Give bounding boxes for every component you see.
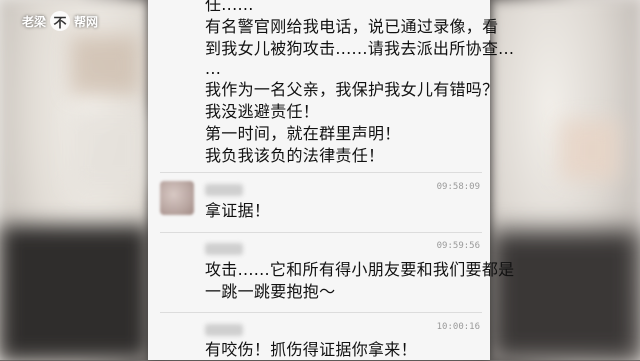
watermark-left-text: 老梁 bbox=[22, 14, 47, 29]
message-timestamp: 09:58:09 bbox=[436, 182, 480, 192]
message-line: 我作为一名父亲，我保护我女儿有错吗？ bbox=[205, 80, 499, 99]
background-left-object bbox=[70, 35, 140, 95]
message-line: 有名警官刚给我电话，说已通过录像，看 bbox=[205, 17, 499, 36]
message-line: 我负我该负的法律责任！ bbox=[205, 146, 385, 165]
message-divider bbox=[160, 172, 482, 173]
sender-name-blurred bbox=[205, 184, 243, 196]
background-right-object bbox=[560, 120, 620, 180]
watermark-right-text: 帮网 bbox=[74, 14, 99, 29]
message-divider bbox=[160, 312, 482, 313]
message-line: 任...... bbox=[205, 0, 254, 14]
background-right-sofa bbox=[490, 230, 640, 360]
message-line: 一跳一跳要抱抱～ bbox=[205, 282, 336, 301]
message-line: 攻击......它和所有得小朋友要和我们要都是 bbox=[205, 260, 515, 279]
message-timestamp: 09:59:56 bbox=[436, 241, 480, 251]
sender-name-blurred bbox=[205, 324, 243, 336]
message-line: 拿证据！ bbox=[205, 201, 271, 220]
background-left-shelf-lower bbox=[70, 110, 150, 190]
watermark-logo-icon: 不 bbox=[50, 11, 71, 31]
message-timestamp: 10:00:16 bbox=[436, 322, 480, 332]
message-line: 到我女儿被狗攻击......请我去派出所协查... bbox=[205, 39, 515, 58]
watermark: 老梁 不 帮网 bbox=[22, 11, 98, 31]
sender-name-blurred bbox=[205, 243, 243, 255]
background-left-sofa bbox=[0, 225, 150, 360]
message-line: 有咬伤！抓伤得证据你拿来！ bbox=[205, 340, 417, 359]
avatar[interactable] bbox=[160, 181, 194, 215]
message-divider bbox=[160, 232, 482, 233]
message-line: ... bbox=[205, 59, 222, 78]
message-line: 第一时间，就在群里声明！ bbox=[205, 124, 401, 143]
message-line: 我没逃避责任！ bbox=[205, 102, 320, 121]
